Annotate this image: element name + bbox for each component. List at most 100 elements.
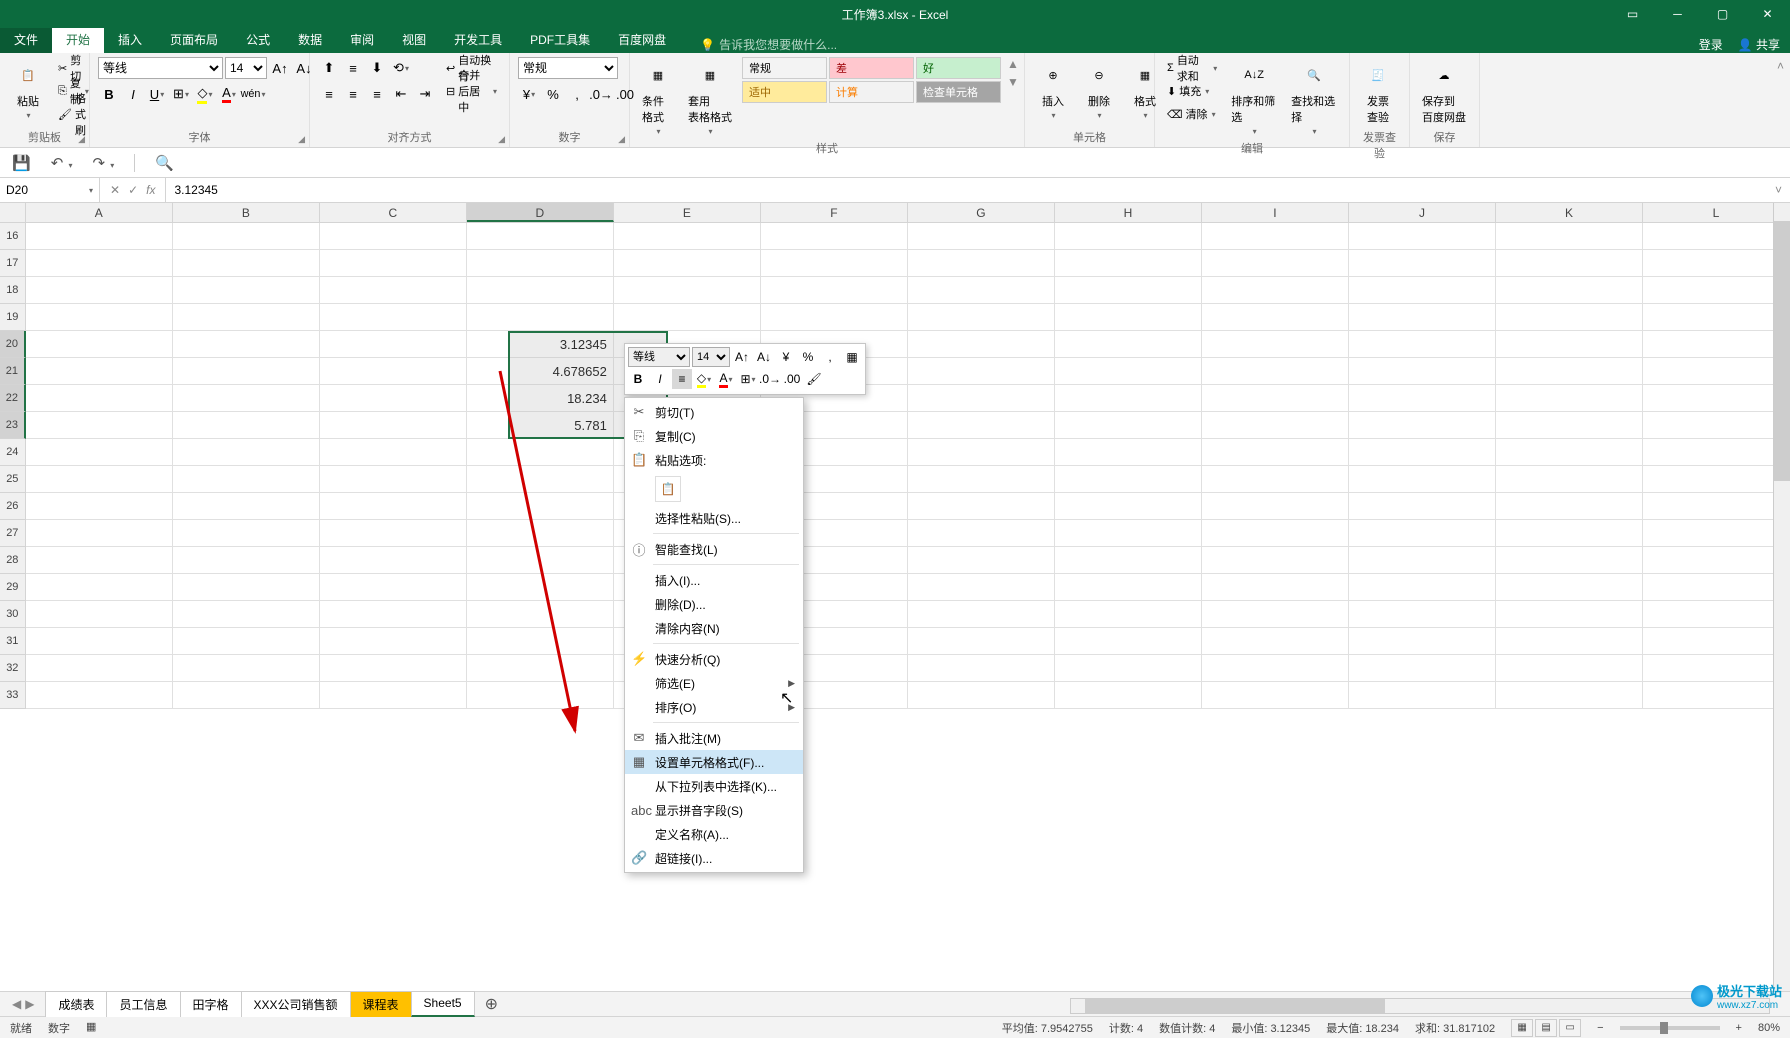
cell-G17[interactable]: [908, 250, 1055, 277]
cell-L20[interactable]: [1643, 331, 1790, 358]
cell-I30[interactable]: [1202, 601, 1349, 628]
redo-icon[interactable]: ↷ ▾: [92, 154, 114, 172]
cell-H31[interactable]: [1055, 628, 1202, 655]
view-normal-icon[interactable]: ▦: [1511, 1019, 1533, 1037]
sheet-nav-last[interactable]: ▶: [25, 997, 34, 1011]
cell-I31[interactable]: [1202, 628, 1349, 655]
ctx-A[interactable]: 定义名称(A)...: [625, 822, 803, 846]
col-header-K[interactable]: K: [1496, 203, 1643, 222]
cell-J24[interactable]: [1349, 439, 1496, 466]
sheet-tab-5[interactable]: Sheet5: [411, 991, 475, 1017]
cell-B28[interactable]: [173, 547, 320, 574]
col-header-H[interactable]: H: [1055, 203, 1202, 222]
cell-D28[interactable]: [467, 547, 614, 574]
cell-L23[interactable]: [1643, 412, 1790, 439]
cell-K33[interactable]: [1496, 682, 1643, 709]
cell-K31[interactable]: [1496, 628, 1643, 655]
cell-C23[interactable]: [320, 412, 467, 439]
comma-button[interactable]: ,: [566, 83, 588, 105]
cell-C16[interactable]: [320, 223, 467, 250]
cell-G22[interactable]: [908, 385, 1055, 412]
row-header-28[interactable]: 28: [0, 547, 26, 574]
cell-I18[interactable]: [1202, 277, 1349, 304]
sheet-nav-first[interactable]: ◀: [12, 997, 21, 1011]
mini-font-color[interactable]: A▾: [716, 369, 736, 389]
cell-H29[interactable]: [1055, 574, 1202, 601]
cell-K20[interactable]: [1496, 331, 1643, 358]
cell-J32[interactable]: [1349, 655, 1496, 682]
cell-A32[interactable]: [26, 655, 173, 682]
cell-J26[interactable]: [1349, 493, 1496, 520]
style-normal[interactable]: 常规: [742, 57, 827, 79]
cell-D25[interactable]: [467, 466, 614, 493]
col-header-D[interactable]: D: [467, 203, 614, 222]
cell-G20[interactable]: [908, 331, 1055, 358]
cell-D24[interactable]: [467, 439, 614, 466]
row-header-24[interactable]: 24: [0, 439, 26, 466]
font-launcher[interactable]: ◢: [298, 134, 305, 145]
cell-J33[interactable]: [1349, 682, 1496, 709]
row-header-25[interactable]: 25: [0, 466, 26, 493]
cell-H23[interactable]: [1055, 412, 1202, 439]
underline-button[interactable]: U▾: [146, 83, 168, 105]
cell-G26[interactable]: [908, 493, 1055, 520]
row-header-26[interactable]: 26: [0, 493, 26, 520]
clipboard-launcher[interactable]: ◢: [78, 134, 85, 145]
mini-comma[interactable]: ,: [820, 347, 840, 367]
increase-font-button[interactable]: A↑: [269, 57, 291, 79]
autosum-button[interactable]: Σ自动求和▾: [1163, 57, 1221, 79]
mini-decimal-dec[interactable]: .00: [782, 369, 802, 389]
cell-E18[interactable]: [614, 277, 761, 304]
row-header-17[interactable]: 17: [0, 250, 26, 277]
mini-accounting[interactable]: ¥: [776, 347, 796, 367]
row-header-20[interactable]: 20: [0, 331, 26, 358]
cell-L18[interactable]: [1643, 277, 1790, 304]
zoom-in-icon[interactable]: +: [1736, 1022, 1742, 1034]
login-link[interactable]: 登录: [1699, 36, 1723, 53]
vertical-scrollbar[interactable]: [1773, 203, 1790, 991]
row-header-31[interactable]: 31: [0, 628, 26, 655]
cell-A24[interactable]: [26, 439, 173, 466]
row-header-16[interactable]: 16: [0, 223, 26, 250]
cell-G18[interactable]: [908, 277, 1055, 304]
tab-home[interactable]: 开始: [52, 26, 104, 53]
cell-K16[interactable]: [1496, 223, 1643, 250]
cell-A20[interactable]: [26, 331, 173, 358]
cell-I25[interactable]: [1202, 466, 1349, 493]
cell-G30[interactable]: [908, 601, 1055, 628]
mini-align[interactable]: ≡: [672, 369, 692, 389]
cell-B23[interactable]: [173, 412, 320, 439]
cell-B33[interactable]: [173, 682, 320, 709]
cell-H26[interactable]: [1055, 493, 1202, 520]
name-box[interactable]: [6, 183, 76, 197]
cell-L22[interactable]: [1643, 385, 1790, 412]
tab-file[interactable]: 文件: [0, 26, 52, 53]
cell-J28[interactable]: [1349, 547, 1496, 574]
ctx-S[interactable]: abc显示拼音字段(S): [625, 798, 803, 822]
cell-A31[interactable]: [26, 628, 173, 655]
cell-C21[interactable]: [320, 358, 467, 385]
phonetic-button[interactable]: wén▾: [242, 83, 264, 105]
cell-B20[interactable]: [173, 331, 320, 358]
cell-B29[interactable]: [173, 574, 320, 601]
cell-C26[interactable]: [320, 493, 467, 520]
align-top-button[interactable]: ⬆: [318, 57, 340, 79]
cell-I26[interactable]: [1202, 493, 1349, 520]
cell-G21[interactable]: [908, 358, 1055, 385]
cell-C18[interactable]: [320, 277, 467, 304]
name-box-dropdown[interactable]: ▾: [89, 186, 93, 195]
cell-E16[interactable]: [614, 223, 761, 250]
cell-A27[interactable]: [26, 520, 173, 547]
style-bad[interactable]: 差: [829, 57, 914, 79]
bold-button[interactable]: B: [98, 83, 120, 105]
cell-J23[interactable]: [1349, 412, 1496, 439]
cell-H32[interactable]: [1055, 655, 1202, 682]
cell-D17[interactable]: [467, 250, 614, 277]
align-launcher[interactable]: ◢: [498, 134, 505, 145]
cell-L19[interactable]: [1643, 304, 1790, 331]
ctx-T[interactable]: ✂剪切(T): [625, 400, 803, 424]
cell-L24[interactable]: [1643, 439, 1790, 466]
horizontal-scrollbar[interactable]: [1070, 998, 1770, 1014]
sheet-tab-1[interactable]: 员工信息: [106, 991, 180, 1017]
cell-D27[interactable]: [467, 520, 614, 547]
